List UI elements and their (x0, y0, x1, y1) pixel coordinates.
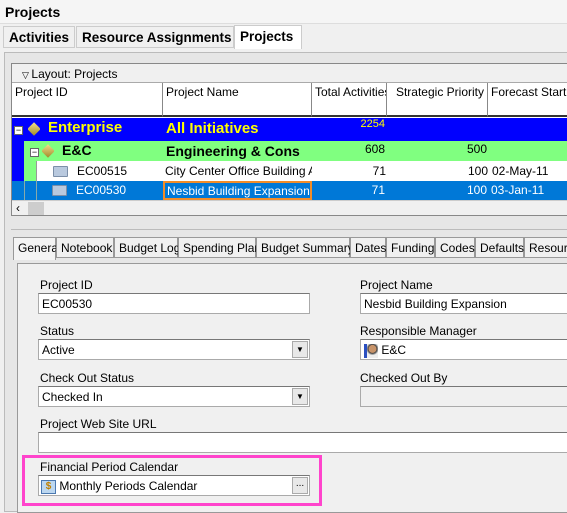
calendar-value: Monthly Periods Calendar (59, 479, 198, 493)
checked-out-by-label: Checked Out By (360, 371, 448, 385)
tab-dates[interactable]: Dates (350, 237, 386, 258)
calendar-icon: $ (41, 479, 56, 494)
checked-out-by-input (360, 386, 567, 407)
dropdown-arrow-icon[interactable]: ▼ (292, 388, 308, 405)
browse-button[interactable]: ... (292, 477, 308, 494)
row-id: E&C (62, 142, 92, 158)
scroll-left-icon[interactable]: ‹ (16, 201, 20, 215)
project-url-input[interactable] (38, 432, 567, 453)
person-icon (364, 343, 378, 358)
column-header-forecast-start[interactable]: Forecast Start D (488, 83, 567, 117)
project-url-label: Project Web Site URL (40, 417, 157, 431)
row-name: All Initiatives (166, 120, 259, 137)
tab-projects[interactable]: Projects (234, 25, 302, 49)
row-name[interactable]: Nesbid Building Expansion (163, 181, 312, 200)
table-row-ec00530[interactable]: EC00530 Nesbid Building Expansion 71 100… (12, 181, 567, 200)
check-out-status-value: Checked In (42, 390, 103, 404)
financial-period-calendar-label: Financial Period Calendar (40, 460, 179, 474)
responsible-manager-label: Responsible Manager (360, 324, 477, 338)
tab-activities[interactable]: Activities (3, 26, 75, 48)
tab-resource-assignments[interactable]: Resource Assignments (76, 26, 234, 48)
tab-defaults[interactable]: Defaults (475, 237, 524, 258)
tab-budget-log[interactable]: Budget Log (114, 237, 180, 258)
tab-notebook[interactable]: Notebook (56, 237, 114, 258)
row-name: Engineering & Cons (166, 143, 300, 159)
project-id-label: Project ID (40, 278, 93, 292)
column-header-project-name[interactable]: Project Name (163, 83, 312, 117)
row-priority: 500 (466, 142, 487, 156)
project-id-input[interactable]: EC00530 (38, 293, 310, 314)
tab-budget-summary[interactable]: Budget Summary (256, 237, 354, 258)
project-name-label: Project Name (360, 278, 433, 292)
financial-period-calendar-input[interactable]: $ Monthly Periods Calendar ... (38, 475, 310, 496)
status-label: Status (40, 324, 75, 338)
eps-icon (42, 143, 54, 163)
row-id: Enterprise (48, 119, 123, 136)
scrollbar-thumb[interactable] (28, 202, 44, 215)
status-select[interactable]: Active ▼ (38, 339, 310, 360)
tab-funding[interactable]: Funding (386, 237, 435, 258)
dropdown-arrow-icon[interactable]: ▼ (292, 341, 308, 358)
tab-resources[interactable]: Resour (524, 237, 567, 258)
column-header-strategic-priority[interactable]: Strategic Priority (387, 83, 488, 117)
collapse-triangle-icon: ▽ (22, 70, 32, 80)
check-out-status-label: Check Out Status (40, 371, 135, 385)
row-total: 608 (364, 142, 385, 156)
column-header-total-activities[interactable]: Total Activities (312, 83, 387, 117)
project-name-input[interactable]: Nesbid Building Expansion (360, 293, 567, 314)
layout-bar[interactable]: ▽ Layout: Projects (12, 64, 567, 83)
column-header-project-id[interactable]: Project ID (12, 83, 163, 117)
table-row-ec00515[interactable]: EC00515 City Center Office Building Adc … (12, 161, 567, 181)
projects-grid: ▽ Layout: Projects Project ID Project Na… (11, 63, 567, 216)
tab-spending-plan[interactable]: Spending Plan (178, 237, 261, 258)
manager-value: E&C (381, 343, 407, 357)
check-out-status-select[interactable]: Checked In ▼ (38, 386, 310, 407)
table-row-enterprise[interactable]: − Enterprise All Initiatives 2254 (12, 118, 567, 141)
layout-label: Layout: Projects (31, 67, 118, 81)
row-total: 2254 (360, 118, 385, 130)
status-value: Active (42, 343, 75, 357)
horizontal-scrollbar[interactable]: ‹ (12, 200, 567, 215)
window-title: Projects (0, 0, 567, 24)
table-row-eandc[interactable]: − E&C Engineering & Cons 608 500 (12, 141, 567, 161)
responsible-manager-input[interactable]: E&C (360, 339, 567, 360)
tab-general[interactable]: General (13, 237, 61, 260)
tab-codes[interactable]: Codes (435, 237, 475, 258)
